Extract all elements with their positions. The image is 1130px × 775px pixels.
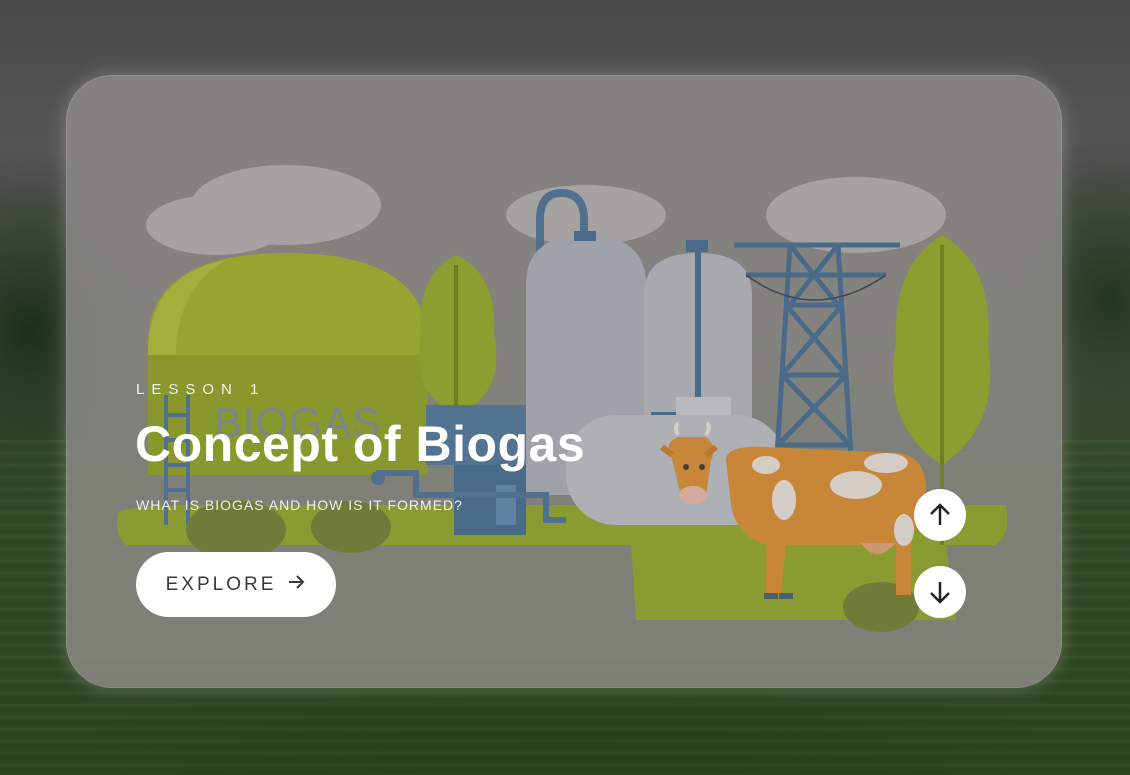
next-slide-button[interactable] — [914, 566, 966, 618]
arrow-right-icon — [288, 573, 306, 596]
page-title: Concept of Biogas — [135, 416, 586, 472]
lesson-card: BIOGAS LESSON 1 Concept of Biogas WHAT I… — [66, 75, 1062, 688]
arrow-up-icon — [930, 503, 950, 525]
explore-button[interactable]: EXPLORE — [136, 552, 336, 617]
arrow-down-icon — [930, 582, 950, 604]
lesson-subtitle: WHAT IS BIOGAS AND HOW IS IT FORMED? — [136, 497, 463, 513]
explore-label: EXPLORE — [165, 573, 277, 595]
previous-slide-button[interactable] — [914, 489, 966, 541]
lesson-eyebrow: LESSON 1 — [136, 381, 266, 398]
